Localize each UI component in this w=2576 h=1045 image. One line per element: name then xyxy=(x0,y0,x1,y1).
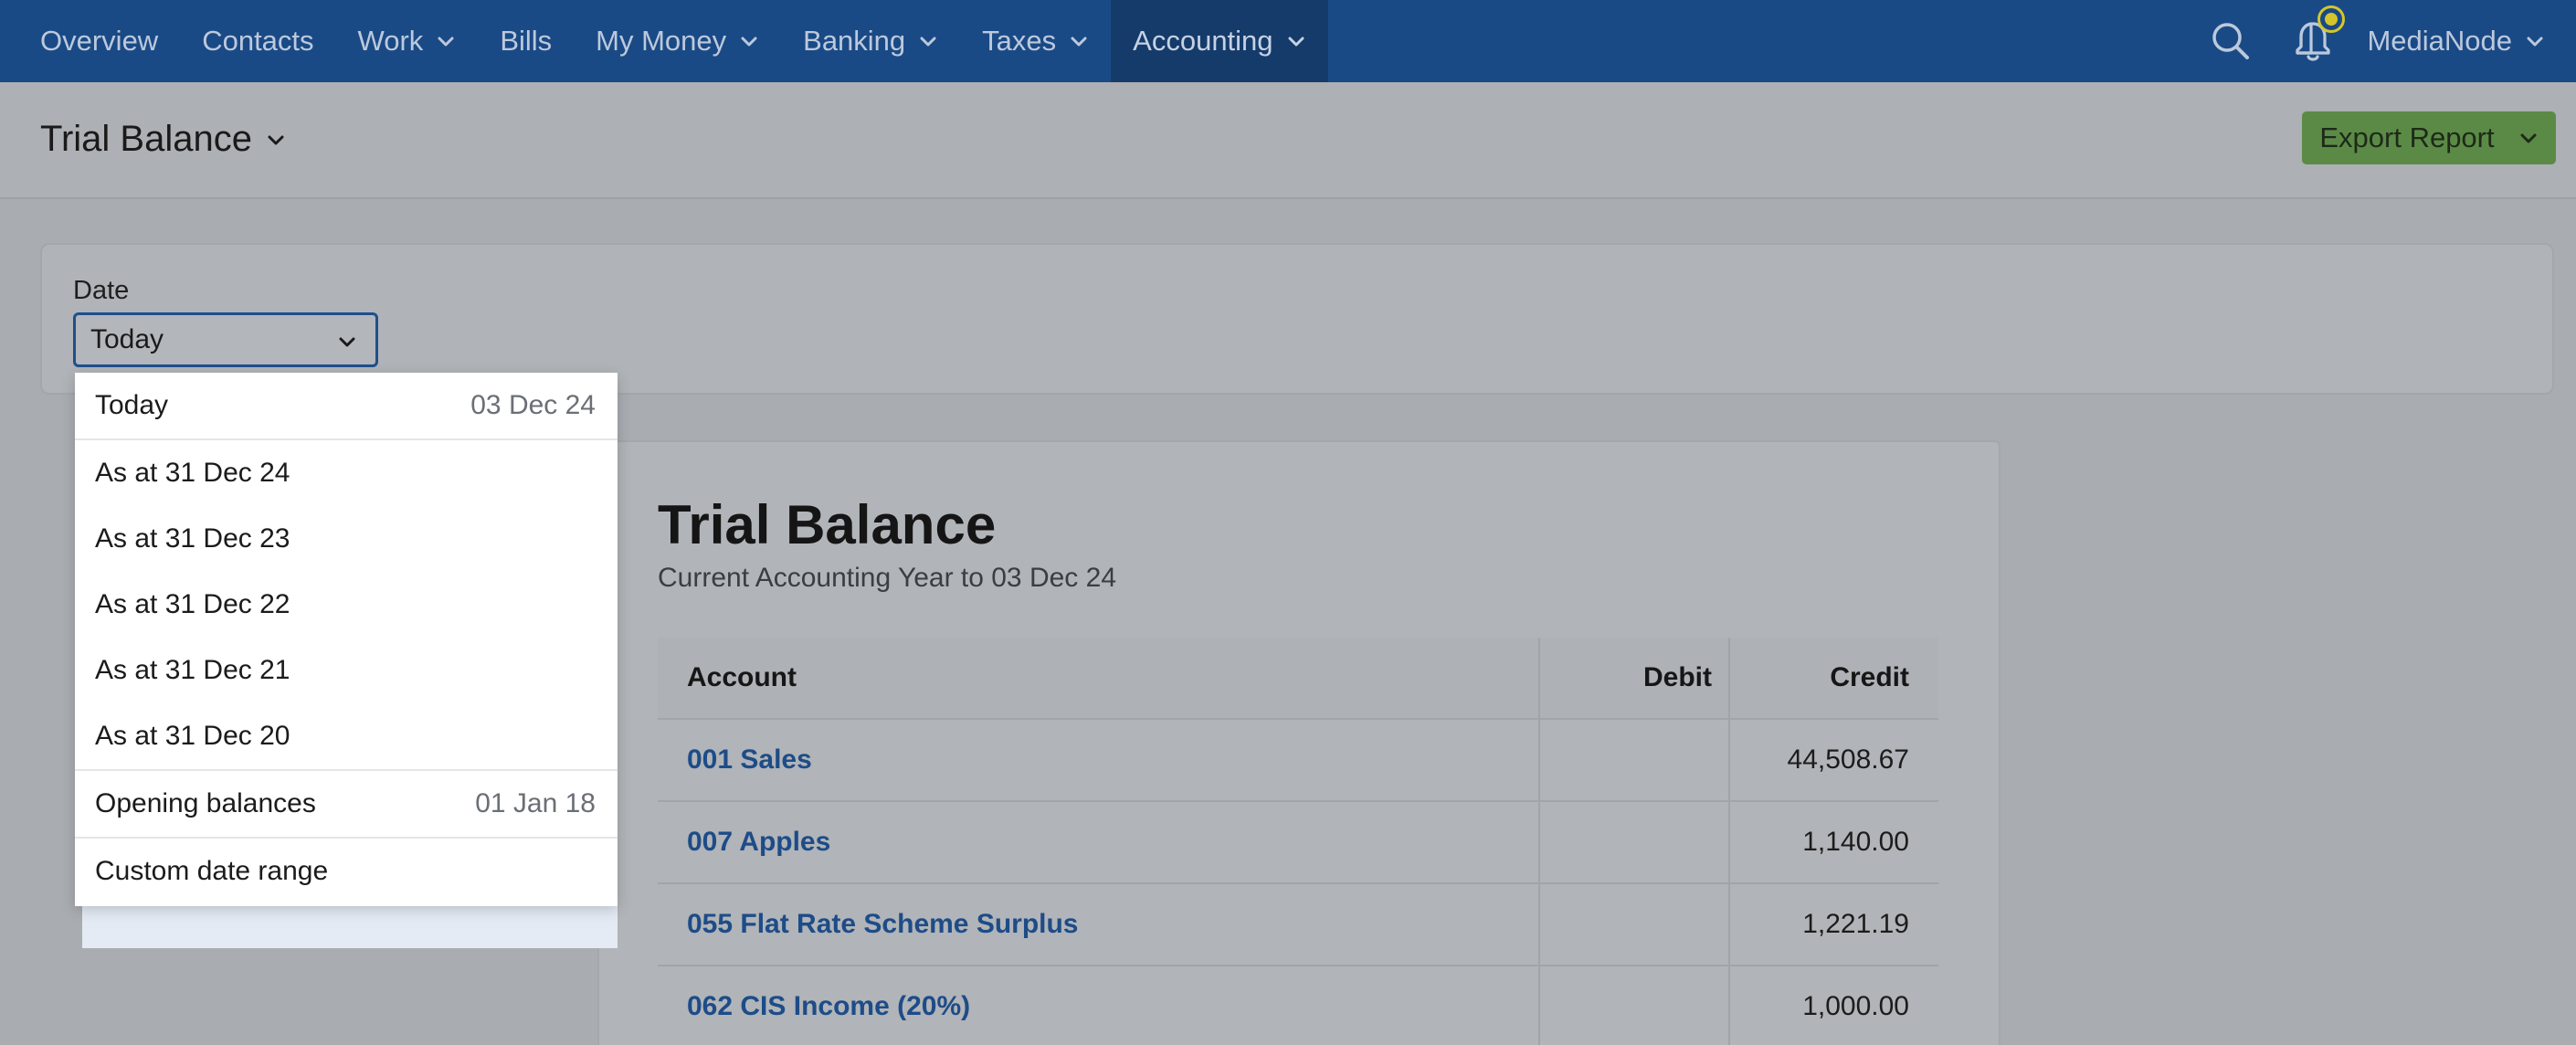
account-cell: 001 Sales xyxy=(658,720,1540,800)
notification-indicator-icon xyxy=(2317,5,2346,33)
date-option-as-at-31-dec-20[interactable]: As at 31 Dec 20 xyxy=(75,703,618,769)
table-row: 062 CIS Income (20%) 1,000.00 xyxy=(658,966,1938,1045)
debit-cell xyxy=(1540,802,1730,882)
option-label: As at 31 Dec 21 xyxy=(95,655,290,685)
nav-item-label: Taxes xyxy=(982,25,1057,57)
account-link[interactable]: 062 CIS Income (20%) xyxy=(687,991,970,1022)
notifications-bell-icon[interactable] xyxy=(2272,0,2354,82)
chevron-down-icon xyxy=(1286,31,1306,51)
user-menu[interactable]: MediaNode xyxy=(2354,25,2576,58)
option-label: As at 31 Dec 22 xyxy=(95,589,290,619)
debit-cell xyxy=(1540,720,1730,800)
nav-item-label: Accounting xyxy=(1133,25,1273,57)
report-switcher[interactable]: Trial Balance xyxy=(40,119,287,160)
page-header: Trial Balance Export Report xyxy=(0,82,2576,199)
credit-cell: 1,000.00 xyxy=(1802,991,1909,1021)
date-select[interactable]: Today xyxy=(73,312,378,367)
date-option-as-at-31-dec-22[interactable]: As at 31 Dec 22 xyxy=(75,572,618,638)
trial-balance-table: Account Debit Credit 001 Sales 44,508.67 0… xyxy=(658,638,1938,1045)
chevron-down-icon xyxy=(1069,31,1089,51)
option-label: As at 31 Dec 23 xyxy=(95,523,290,554)
account-cell: 062 CIS Income (20%) xyxy=(658,966,1540,1045)
option-label: As at 31 Dec 24 xyxy=(95,458,290,488)
column-header-account: Account xyxy=(658,638,1540,718)
date-option-opening-balances[interactable]: Opening balances 01 Jan 18 xyxy=(75,771,618,837)
page-title: Trial Balance xyxy=(40,119,252,159)
nav-item-label: Bills xyxy=(500,25,553,57)
table-header-row: Account Debit Credit xyxy=(658,638,1938,720)
nav-menu: Overview Contacts Work Bills My Money Banking… xyxy=(0,0,1328,82)
date-select-value: Today xyxy=(90,324,164,354)
nav-item-label: Work xyxy=(357,25,424,57)
option-label: As at 31 Dec 20 xyxy=(95,721,290,751)
date-option-custom-date-range[interactable]: Custom date range xyxy=(75,839,618,904)
table-body: 001 Sales 44,508.67 007 Apples 1,140.00 055 … xyxy=(658,720,1938,1045)
nav-item-my-money[interactable]: My Money xyxy=(574,0,781,82)
column-header-credit: Credit xyxy=(1830,662,1909,692)
chevron-down-icon xyxy=(337,332,357,352)
credit-cell: 44,508.67 xyxy=(1787,744,1909,775)
credit-cell: 1,140.00 xyxy=(1802,827,1909,857)
date-option-today[interactable]: Today 03 Dec 24 xyxy=(75,373,618,438)
report-title: Trial Balance xyxy=(658,494,997,555)
nav-item-overview[interactable]: Overview xyxy=(0,0,180,82)
date-dropdown-menu: Today 03 Dec 24 As at 31 Dec 24 As at 31 De… xyxy=(75,373,618,906)
chevron-down-icon xyxy=(739,31,759,51)
chevron-down-icon xyxy=(265,129,287,151)
chevron-down-icon xyxy=(2525,31,2545,51)
chevron-down-icon xyxy=(918,31,938,51)
option-date: 03 Dec 24 xyxy=(470,390,596,420)
nav-item-banking[interactable]: Banking xyxy=(781,0,960,82)
account-cell: 055 Flat Rate Scheme Surplus xyxy=(658,884,1540,965)
export-report-button[interactable]: Export Report xyxy=(2302,111,2556,164)
nav-item-taxes[interactable]: Taxes xyxy=(960,0,1111,82)
nav-item-label: My Money xyxy=(596,25,727,57)
nav-item-bills[interactable]: Bills xyxy=(478,0,574,82)
search-icon[interactable] xyxy=(2190,0,2272,82)
account-link[interactable]: 001 Sales xyxy=(687,744,812,776)
nav-item-work[interactable]: Work xyxy=(336,0,479,82)
date-option-as-at-31-dec-24[interactable]: As at 31 Dec 24 xyxy=(75,440,618,506)
option-label: Custom date range xyxy=(95,856,329,886)
debit-cell xyxy=(1540,884,1730,965)
report-card: Trial Balance Current Accounting Year to… xyxy=(597,440,2001,1045)
column-header-debit: Debit xyxy=(1540,638,1730,718)
nav-right: MediaNode xyxy=(2190,0,2576,82)
option-label: Opening balances xyxy=(95,788,316,818)
table-row: 007 Apples 1,140.00 xyxy=(658,802,1938,884)
account-cell: 007 Apples xyxy=(658,802,1540,882)
top-navigation: Overview Contacts Work Bills My Money Banking… xyxy=(0,0,2576,82)
chevron-down-icon xyxy=(2518,128,2539,148)
option-label: Today xyxy=(95,390,169,420)
date-option-as-at-31-dec-23[interactable]: As at 31 Dec 23 xyxy=(75,506,618,572)
user-name: MediaNode xyxy=(2367,25,2512,57)
option-date: 01 Jan 18 xyxy=(475,788,596,818)
nav-item-label: Overview xyxy=(40,25,159,57)
date-option-as-at-31-dec-21[interactable]: As at 31 Dec 21 xyxy=(75,638,618,703)
table-row: 001 Sales 44,508.67 xyxy=(658,720,1938,802)
export-report-label: Export Report xyxy=(2319,121,2495,153)
nav-item-label: Banking xyxy=(803,25,906,57)
table-row: 055 Flat Rate Scheme Surplus 1,221.19 xyxy=(658,884,1938,966)
nav-item-label: Contacts xyxy=(202,25,314,57)
chevron-down-icon xyxy=(436,31,456,51)
date-label: Date xyxy=(73,276,130,305)
credit-cell: 1,221.19 xyxy=(1802,909,1909,939)
account-link[interactable]: 055 Flat Rate Scheme Surplus xyxy=(687,909,1079,940)
debit-cell xyxy=(1540,966,1730,1045)
nav-item-accounting[interactable]: Accounting xyxy=(1111,0,1328,82)
account-link[interactable]: 007 Apples xyxy=(687,827,830,858)
report-subtitle: Current Accounting Year to 03 Dec 24 xyxy=(658,563,1117,593)
nav-item-contacts[interactable]: Contacts xyxy=(180,0,335,82)
